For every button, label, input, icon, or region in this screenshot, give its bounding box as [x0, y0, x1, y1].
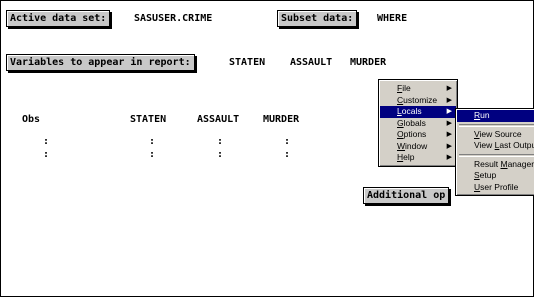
variable-murder: MURDER [350, 57, 387, 68]
active-data-set-label: Active data set: [10, 13, 107, 24]
murder-dots-2: : [283, 149, 291, 160]
column-header-staten: STATEN [130, 114, 167, 125]
obs-dots-1: : [42, 136, 50, 147]
submenu-item-run[interactable]: Run [457, 110, 534, 122]
submenu-item-setup[interactable]: Setup [457, 170, 534, 182]
additional-options-button[interactable]: Additional op [363, 187, 450, 204]
submenu-separator [459, 123, 534, 127]
menu-item-file[interactable]: File ▶ [380, 83, 456, 95]
column-header-assault: ASSAULT [197, 114, 240, 125]
submenu-item-user-profile[interactable]: User Profile [457, 182, 534, 194]
variables-button[interactable]: Variables to appear in report: [6, 54, 195, 71]
submenu-arrow-icon: ▶ [446, 154, 452, 161]
submenu-arrow-icon: ▶ [446, 119, 452, 127]
assault-dots-2: : [216, 149, 224, 160]
column-header-obs: Obs [22, 114, 41, 125]
variable-staten: STATEN [229, 57, 266, 68]
submenu-item-view-source[interactable]: View Source [457, 129, 534, 141]
subset-data-value: WHERE [377, 13, 408, 24]
subset-data-label: Subset data: [281, 13, 354, 24]
obs-dots-2: : [42, 149, 50, 160]
menu-item-window[interactable]: Window ▶ [380, 141, 456, 153]
menu-item-options[interactable]: Options ▶ [380, 129, 456, 141]
subset-data-button[interactable]: Subset data: [277, 10, 358, 27]
submenu-arrow-icon: ▶ [446, 96, 452, 104]
submenu-arrow-icon: ▶ [446, 85, 452, 92]
submenu-item-result-manager[interactable]: Result Manager [457, 159, 534, 171]
active-data-set-button[interactable]: Active data set: [6, 10, 111, 27]
menu-item-locals[interactable]: Locals ▶ [380, 106, 456, 118]
submenu-arrow-icon: ▶ [446, 108, 452, 115]
menu-item-globals[interactable]: Globals ▶ [380, 118, 456, 130]
submenu-arrow-icon: ▶ [446, 142, 452, 150]
active-data-set-value: SASUSER.CRIME [134, 13, 213, 24]
staten-dots-1: : [148, 136, 156, 147]
submenu-arrow-icon: ▶ [446, 131, 452, 138]
staten-dots-2: : [148, 149, 156, 160]
column-header-murder: MURDER [263, 114, 300, 125]
variable-assault: ASSAULT [290, 57, 333, 68]
menu-item-help[interactable]: Help ▶ [380, 152, 456, 164]
popup-menu: File ▶ Customize ▶ Locals ▶ Globals ▶ Option… [378, 79, 458, 167]
additional-options-label: Additional op [367, 190, 446, 201]
menu-item-customize[interactable]: Customize ▶ [380, 95, 456, 107]
locals-submenu: Run View Source View Last Output Result … [455, 108, 534, 196]
variables-label: Variables to appear in report: [10, 57, 191, 68]
submenu-item-view-last-output[interactable]: View Last Output [457, 140, 534, 152]
assault-dots-1: : [216, 136, 224, 147]
submenu-separator [459, 153, 534, 157]
murder-dots-1: : [283, 136, 291, 147]
